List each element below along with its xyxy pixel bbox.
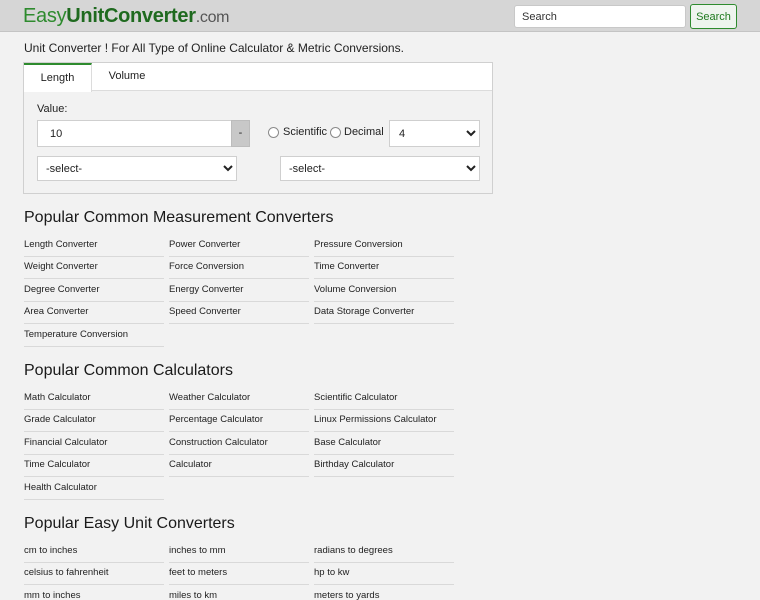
link-item[interactable]: Grade Calculator (24, 410, 164, 433)
logo-text-domain: .com (195, 9, 230, 26)
top-header: EasyUnitConverter.com Search (0, 0, 760, 32)
link-item[interactable]: Time Calculator (24, 455, 164, 478)
link-item[interactable]: Construction Calculator (169, 433, 309, 455)
link-item[interactable]: miles to km (169, 586, 309, 600)
link-item[interactable]: Calculator (169, 455, 309, 478)
link-item[interactable]: mm to inches (24, 586, 164, 600)
link-item[interactable]: cm to inches (24, 541, 164, 563)
value-input[interactable] (37, 120, 232, 147)
scientific-radio[interactable] (268, 127, 279, 138)
scientific-radio-label: Scientific (283, 126, 328, 138)
search-input[interactable] (514, 5, 686, 28)
link-item[interactable]: Scientific Calculator (314, 388, 454, 410)
link-item[interactable]: radians to degrees (314, 541, 454, 563)
section-title-measurement: Popular Common Measurement Converters (24, 209, 334, 226)
to-unit-select[interactable]: -select- (280, 156, 480, 181)
link-item[interactable]: Linux Permissions Calculator (314, 410, 454, 433)
precision-select[interactable]: 4 (389, 120, 480, 147)
link-item[interactable]: Weather Calculator (169, 388, 309, 410)
section-title-calculators: Popular Common Calculators (24, 362, 233, 379)
minus-button[interactable]: - (231, 120, 250, 147)
from-unit-select[interactable]: -select- (37, 156, 237, 181)
link-item[interactable]: Power Converter (169, 235, 309, 257)
page-tagline: Unit Converter ! For All Type of Online … (24, 41, 404, 55)
link-item[interactable]: Weight Converter (24, 257, 164, 280)
link-item[interactable]: Length Converter (24, 235, 164, 257)
link-item[interactable]: meters to yards (314, 586, 454, 600)
link-item[interactable]: Degree Converter (24, 280, 164, 302)
link-item[interactable]: Time Converter (314, 257, 454, 280)
link-item[interactable]: Energy Converter (169, 280, 309, 302)
logo-text-easy: Easy (23, 5, 67, 27)
link-item[interactable]: Area Converter (24, 302, 164, 325)
link-item[interactable]: feet to meters (169, 563, 309, 586)
converter-panel: Length Volume Value: - Scientific Decima… (23, 62, 493, 194)
section-title-easy-converters: Popular Easy Unit Converters (24, 515, 235, 532)
link-item[interactable]: Volume Conversion (314, 280, 454, 302)
link-item[interactable]: Pressure Conversion (314, 235, 454, 257)
link-item[interactable]: Percentage Calculator (169, 410, 309, 433)
link-item[interactable]: Data Storage Converter (314, 302, 454, 325)
link-item[interactable]: Birthday Calculator (314, 455, 454, 478)
link-item[interactable]: celsius to fahrenheit (24, 563, 164, 586)
link-item[interactable]: Math Calculator (24, 388, 164, 410)
link-item[interactable]: Health Calculator (24, 478, 164, 500)
decimal-radio-label: Decimal (344, 126, 384, 138)
tab-volume[interactable]: Volume (100, 63, 154, 91)
converter-tabs: Length Volume (24, 63, 492, 92)
value-label: Value: (37, 103, 68, 115)
link-item[interactable]: Financial Calculator (24, 433, 164, 455)
link-item[interactable]: hp to kw (314, 563, 454, 586)
link-item[interactable]: Base Calculator (314, 433, 454, 455)
tab-length[interactable]: Length (24, 63, 92, 92)
logo-text-unitconverter: UnitConverter (66, 5, 196, 27)
decimal-radio[interactable] (330, 127, 341, 138)
link-item[interactable]: Force Conversion (169, 257, 309, 280)
link-item[interactable]: inches to mm (169, 541, 309, 563)
search-button[interactable]: Search (690, 4, 737, 29)
link-item[interactable]: Speed Converter (169, 302, 309, 325)
site-logo[interactable]: EasyUnitConverter.com (23, 5, 230, 28)
link-item[interactable]: Temperature Conversion (24, 325, 164, 347)
